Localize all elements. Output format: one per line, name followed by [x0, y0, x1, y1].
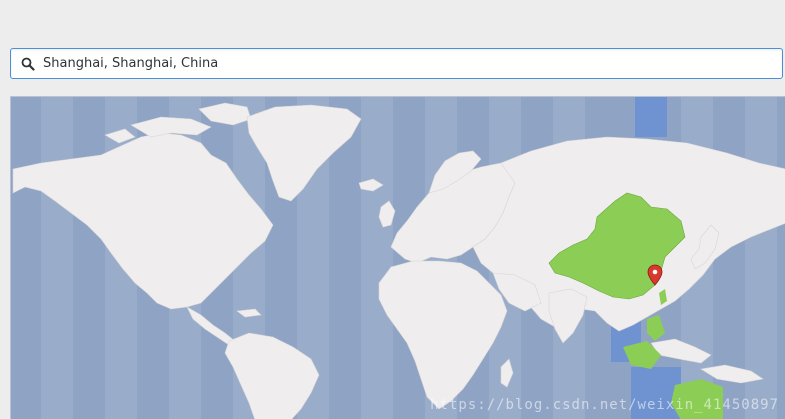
location-search-input[interactable]: Shanghai, Shanghai, China [10, 48, 783, 79]
search-input-value: Shanghai, Shanghai, China [43, 56, 219, 71]
world-map[interactable] [11, 97, 785, 419]
timezone-map[interactable]: https://blog.csdn.net/weixin_41450897 [10, 96, 785, 419]
watermark-text: https://blog.csdn.net/weixin_41450897 [430, 397, 779, 413]
search-icon [20, 56, 36, 72]
